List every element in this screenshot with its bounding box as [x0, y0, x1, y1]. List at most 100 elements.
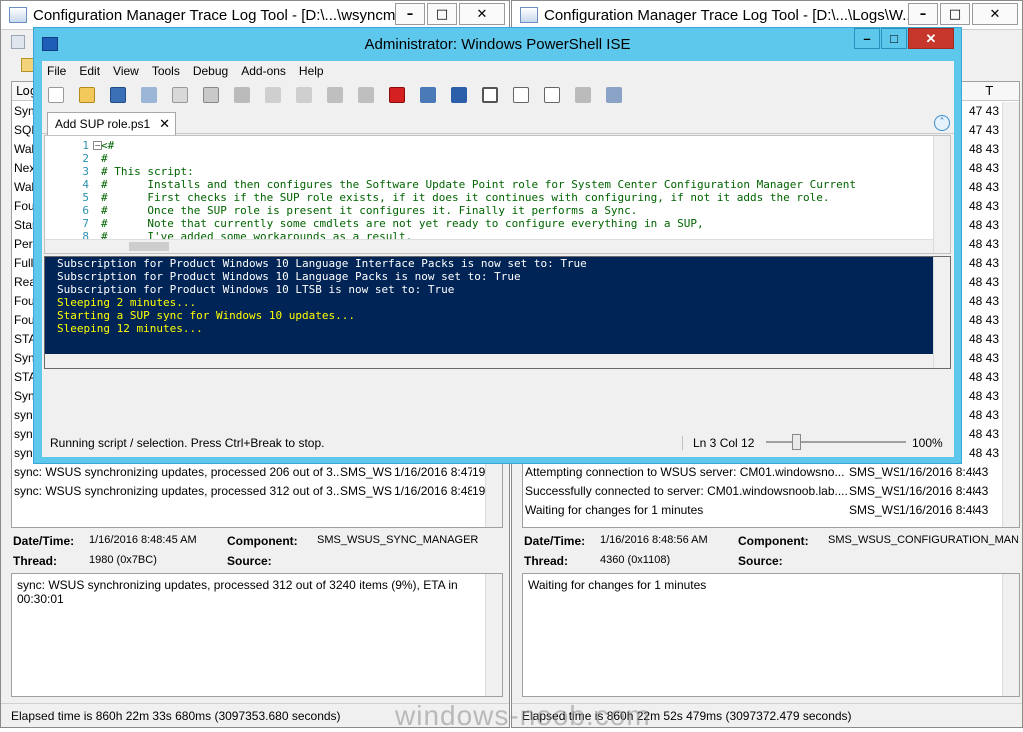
console-horizontal-scrollbar[interactable]	[45, 354, 933, 368]
menu-icon[interactable]	[11, 35, 25, 49]
row-text: Fou	[14, 293, 35, 308]
console-line: Starting a SUP sync for Windows 10 updat…	[57, 309, 356, 322]
line-number: 4	[82, 178, 89, 191]
new-file-icon[interactable]	[48, 87, 64, 103]
detail-panel: Date/Time: 1/16/2016 8:48:56 AM Componen…	[524, 534, 1020, 570]
row-text: Fou	[14, 312, 35, 327]
ise-title-bar[interactable]: Administrator: Windows PowerShell ISE – …	[34, 28, 961, 61]
close-button[interactable]: ✕	[459, 3, 505, 25]
message-text: sync: WSUS synchronizing updates, proces…	[17, 578, 458, 606]
row-date: 1/16/2016 8:48	[899, 502, 975, 517]
console-line: Subscription for Product Windows 10 LTSB…	[57, 283, 455, 296]
show-script-max-icon[interactable]	[544, 87, 560, 103]
close-tab-icon[interactable]: ✕	[159, 116, 170, 132]
editor-vertical-scrollbar[interactable]	[933, 136, 950, 253]
start-powershell-icon[interactable]	[451, 87, 467, 103]
save-icon[interactable]	[110, 87, 126, 103]
menu-item-file[interactable]: File	[47, 64, 66, 78]
menu-item-edit[interactable]: Edit	[79, 64, 100, 78]
table-row[interactable]: Attempting connection to WSUS server: CM…	[523, 462, 1019, 481]
thread-label: Thread:	[13, 554, 58, 568]
row-thread: 48 43	[968, 255, 999, 270]
copy-icon[interactable]	[172, 87, 188, 103]
source-label: Source:	[738, 554, 783, 568]
line-number: 1	[82, 139, 89, 152]
maximize-button[interactable]: □	[881, 28, 907, 49]
date-value: 1/16/2016 8:48:56 AM	[600, 534, 708, 546]
row-text: Syn	[14, 103, 35, 118]
vertical-scrollbar[interactable]	[1002, 102, 1019, 527]
minimize-button[interactable]: –	[908, 3, 938, 25]
console-output: Subscription for Product Windows 10 Lang…	[45, 257, 950, 335]
close-button[interactable]: ✕	[908, 28, 954, 49]
window-title: Configuration Manager Trace Log Tool - […	[33, 6, 396, 24]
undo-icon[interactable]	[265, 87, 281, 103]
row-text: Waiting for changes for 1 minutes	[525, 502, 704, 517]
run-script-icon[interactable]	[327, 87, 343, 103]
show-command-icon[interactable]	[575, 87, 591, 103]
open-icon[interactable]	[79, 87, 95, 103]
editor-horizontal-scrollbar[interactable]	[45, 239, 933, 253]
row-thread: 43	[975, 502, 989, 517]
row-date: 1/16/2016 8:48	[394, 483, 472, 498]
show-script-top-icon[interactable]	[482, 87, 498, 103]
menu-item-add-ons[interactable]: Add-ons	[241, 64, 286, 78]
remote-powershell-icon[interactable]	[420, 87, 436, 103]
table-row[interactable]: Waiting for changes for 1 minutes SMS_WS 1…	[523, 500, 1019, 519]
zoom-slider-thumb[interactable]	[792, 434, 801, 450]
horizontal-scroll-thumb[interactable]	[129, 242, 169, 251]
menu-item-tools[interactable]: Tools	[152, 64, 180, 78]
paste-icon[interactable]	[203, 87, 219, 103]
row-thread: 48 43	[968, 350, 999, 365]
close-button[interactable]: ✕	[972, 3, 1018, 25]
row-thread: 48 43	[968, 331, 999, 346]
date-value: 1/16/2016 8:48:45 AM	[89, 534, 197, 546]
menu-item-help[interactable]: Help	[299, 64, 324, 78]
cmtrace-app-icon	[9, 7, 27, 23]
run-selection-icon[interactable]	[358, 87, 374, 103]
maximize-button[interactable]: □	[940, 3, 970, 25]
message-scrollbar[interactable]	[485, 574, 502, 696]
minimize-button[interactable]: –	[854, 28, 880, 49]
cut-icon[interactable]	[141, 87, 157, 103]
clear-console-icon[interactable]	[234, 87, 250, 103]
script-editor[interactable]: 1234567891011 − <### This script:# Insta…	[44, 135, 951, 254]
minimize-button[interactable]: –	[395, 3, 425, 25]
maximize-button[interactable]: □	[427, 3, 457, 25]
message-box[interactable]: sync: WSUS synchronizing updates, proces…	[11, 573, 503, 697]
cmtrace-app-icon	[520, 7, 538, 23]
show-command-addon-icon[interactable]	[606, 87, 622, 103]
show-script-right-icon[interactable]	[513, 87, 529, 103]
component-value: SMS_WSUS_CONFIGURATION_MANAG	[828, 534, 1018, 546]
watermark: windows-noob.com	[395, 700, 651, 731]
table-row[interactable]: sync: WSUS synchronizing updates, proces…	[12, 481, 502, 500]
stop-icon[interactable]	[389, 87, 405, 103]
tab-add-sup-role[interactable]: Add SUP role.ps1 ✕	[47, 112, 176, 135]
console-line: Sleeping 2 minutes...	[57, 296, 197, 309]
row-text: Fou	[14, 198, 35, 213]
row-thread: 48 43	[968, 426, 999, 441]
code-line: # Installs and then configures the Softw…	[101, 178, 856, 191]
row-component: SMS_WS	[849, 464, 899, 479]
thread-label: Thread:	[524, 554, 569, 568]
console-pane[interactable]: Subscription for Product Windows 10 Lang…	[44, 256, 951, 369]
message-scrollbar[interactable]	[1002, 574, 1019, 696]
ise-window-title: Administrator: Windows PowerShell ISE	[364, 36, 631, 53]
line-numbers: 1234567891011	[45, 136, 89, 253]
title-bar[interactable]: Configuration Manager Trace Log Tool - […	[512, 1, 1022, 30]
menu-item-view[interactable]: View	[113, 64, 139, 78]
menu-item-debug[interactable]: Debug	[193, 64, 228, 78]
code-line: # Once the SUP role is present it config…	[101, 204, 638, 217]
table-row[interactable]: Successfully connected to server: CM01.w…	[523, 481, 1019, 500]
row-text: Full	[14, 255, 34, 270]
table-row[interactable]: sync: WSUS synchronizing updates, proces…	[12, 462, 502, 481]
title-bar[interactable]: Configuration Manager Trace Log Tool - […	[1, 1, 509, 30]
row-component: SMS_WS	[340, 483, 393, 498]
redo-icon[interactable]	[296, 87, 312, 103]
row-thread: 43	[975, 464, 989, 479]
collapse-script-pane-icon[interactable]: ˄	[934, 115, 950, 131]
zoom-slider[interactable]	[766, 434, 906, 450]
console-vertical-scrollbar[interactable]	[933, 257, 950, 368]
message-box[interactable]: Waiting for changes for 1 minutes	[522, 573, 1020, 697]
vertical-scrollbar[interactable]	[485, 463, 502, 527]
